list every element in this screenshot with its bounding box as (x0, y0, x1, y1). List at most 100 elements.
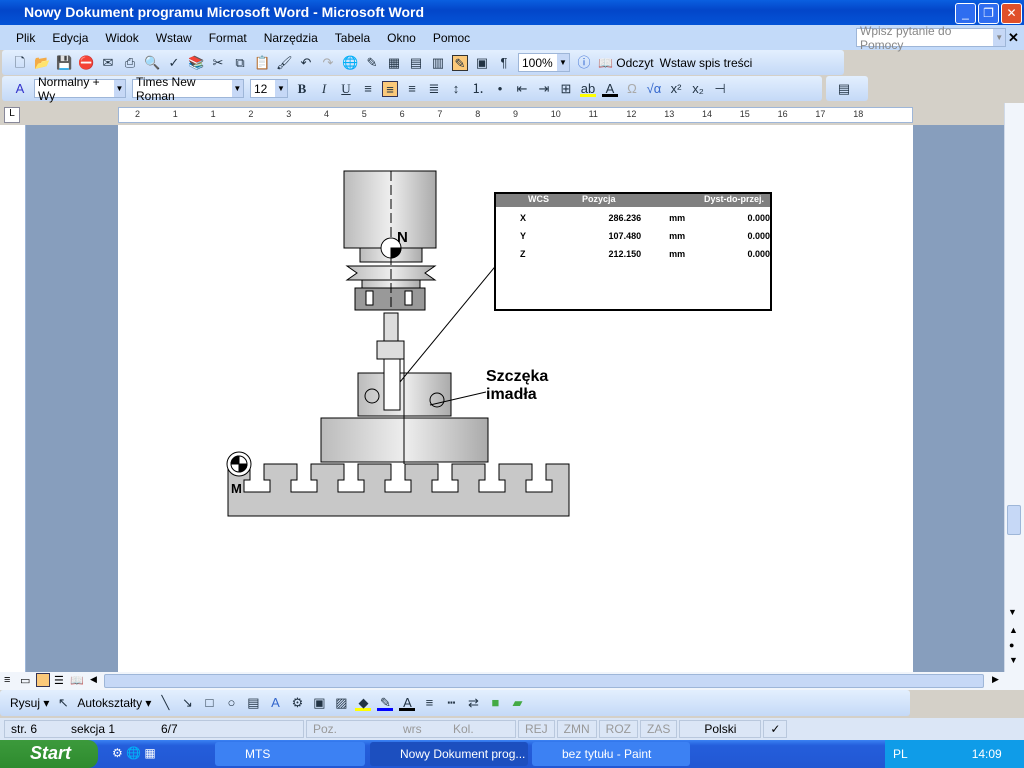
text-box-icon[interactable]: ▤ (245, 695, 261, 711)
previous-page-button[interactable]: ▲ (1009, 625, 1018, 635)
symbol-icon[interactable]: Ω (624, 81, 640, 97)
help-icon[interactable]: ⓘ (576, 55, 592, 71)
undo-icon[interactable]: ↶ (298, 55, 314, 71)
zoom-select[interactable]: 100% ▼ (518, 53, 570, 72)
underline-button[interactable]: U (338, 81, 354, 97)
spelling-status-icon[interactable]: ✓ (763, 720, 788, 738)
rectangle-icon[interactable]: □ (201, 695, 217, 711)
3d-icon[interactable]: ▰ (509, 695, 525, 711)
bullets-icon[interactable]: • (492, 81, 508, 97)
oval-icon[interactable]: ○ (223, 695, 239, 711)
close-button[interactable]: ✕ (1001, 3, 1022, 24)
redo-icon[interactable]: ↷ (320, 55, 336, 71)
fill-color-icon[interactable]: ◆ (355, 695, 372, 711)
align-left-icon[interactable]: ≡ (360, 81, 376, 97)
line-spacing-icon[interactable]: ↕ (448, 81, 464, 97)
ext-indicator[interactable]: ROZ (598, 720, 639, 738)
style-select[interactable]: Normalny + Wy ▼ (34, 75, 126, 103)
taskbar-item-paint[interactable]: bez tytułu - Paint (532, 742, 690, 766)
tab-selector[interactable]: L (4, 107, 20, 123)
decrease-indent-icon[interactable]: ⇤ (514, 81, 530, 97)
styles-icon[interactable]: A (12, 81, 28, 97)
maximize-button[interactable]: ❐ (978, 3, 999, 24)
rec-indicator[interactable]: REJ (518, 720, 555, 738)
dash-style-icon[interactable]: ┅ (443, 695, 459, 711)
draw-menu-button[interactable]: Rysuj ▾ (10, 696, 49, 710)
shadow-icon[interactable]: ■ (487, 695, 503, 711)
font-color-icon[interactable]: A (602, 81, 618, 97)
menu-format[interactable]: Format (209, 31, 247, 45)
highlight-icon[interactable]: ab (580, 81, 596, 97)
document-map-icon[interactable]: ▣ (474, 55, 490, 71)
menu-plik[interactable]: Plik (16, 31, 35, 45)
copy-icon[interactable]: ⧉ (232, 55, 248, 71)
cut-icon[interactable]: ✂ (210, 55, 226, 71)
vertical-scrollbar[interactable]: ▼ ▲ ● ▼ (1004, 103, 1024, 672)
print-icon[interactable]: ⎙ (122, 55, 138, 71)
font-size-select[interactable]: 12 ▼ (250, 79, 288, 98)
start-button[interactable]: Start (0, 740, 98, 768)
horizontal-scrollbar[interactable]: ≡ ▭ ☰ 📖 ◀ ▶ (0, 672, 1024, 690)
insert-toc-button[interactable]: Wstaw spis treści (660, 56, 753, 70)
bold-button[interactable]: B (294, 81, 310, 97)
menu-widok[interactable]: Widok (105, 31, 138, 45)
trk-indicator[interactable]: ZMN (556, 720, 597, 738)
reading-view-button[interactable]: 📖 (70, 674, 84, 687)
line-icon[interactable]: ╲ (157, 695, 173, 711)
align-right-icon[interactable]: ≡ (404, 81, 420, 97)
scroll-thumb[interactable] (1007, 505, 1021, 535)
font-select[interactable]: Times New Roman ▼ (132, 75, 244, 103)
justify-icon[interactable]: ≣ (426, 81, 442, 97)
menu-tabela[interactable]: Tabela (335, 31, 370, 45)
equation-icon[interactable]: √α (646, 81, 662, 97)
arrow-style-icon[interactable]: ⇄ (465, 695, 481, 711)
paste-icon[interactable]: 📋 (254, 55, 270, 71)
clip-art-icon[interactable]: ▣ (311, 695, 327, 711)
insert-excel-icon[interactable]: ▤ (408, 55, 424, 71)
reviewing-icon[interactable]: ▤ (836, 81, 852, 97)
h-scroll-thumb[interactable] (104, 674, 984, 688)
open-icon[interactable]: 📂 (34, 55, 50, 71)
spelling-icon[interactable]: ✓ (166, 55, 182, 71)
menu-narzedzia[interactable]: Narzędzia (264, 31, 318, 45)
print-preview-icon[interactable]: 🔍 (144, 55, 160, 71)
show-formatting-icon[interactable]: ¶ (496, 55, 512, 71)
save-icon[interactable]: 💾 (56, 55, 72, 71)
close-document-icon[interactable]: ✕ (1008, 30, 1019, 46)
increase-indent-icon[interactable]: ⇥ (536, 81, 552, 97)
italic-button[interactable]: I (316, 81, 332, 97)
horizontal-ruler[interactable]: 2 1 1 2 3 4 5 6 7 8 9 10 11 12 13 14 15 16 17 18 (118, 107, 913, 123)
quicklaunch-icons[interactable]: ⚙ 🌐 ▦ (112, 746, 156, 760)
research-icon[interactable]: 📚 (188, 55, 204, 71)
insert-table-icon[interactable]: ▦ (386, 55, 402, 71)
select-objects-icon[interactable]: ↖ (55, 695, 71, 711)
scroll-right-button[interactable]: ▶ (992, 674, 999, 685)
scroll-down-button[interactable]: ▼ (1008, 607, 1017, 617)
menu-okno[interactable]: Okno (387, 31, 416, 45)
ovr-indicator[interactable]: ZAS (640, 720, 678, 738)
menu-pomoc[interactable]: Pomoc (433, 31, 470, 45)
diagram-icon[interactable]: ⚙ (289, 695, 305, 711)
language-indicator-tray[interactable]: PL (893, 747, 908, 761)
taskbar-item-mts[interactable]: MTS (215, 742, 365, 766)
new-icon[interactable]: 🗋 (12, 55, 28, 71)
menu-wstaw[interactable]: Wstaw (156, 31, 192, 45)
normal-view-button[interactable]: ≡ (4, 674, 10, 686)
line-style-icon[interactable]: ≡ (421, 695, 437, 711)
arrow-icon[interactable]: ↘ (179, 695, 195, 711)
drawing-font-color-icon[interactable]: A (399, 695, 416, 711)
tables-borders-icon[interactable]: ✎ (364, 55, 380, 71)
autoshapes-menu-button[interactable]: Autokształty ▾ (77, 696, 151, 710)
wordart-icon[interactable]: A (267, 695, 283, 711)
hyperlink-icon[interactable]: 🌐 (342, 55, 358, 71)
language-indicator[interactable]: Polski (679, 720, 762, 738)
menu-edycja[interactable]: Edycja (52, 31, 88, 45)
scroll-left-button[interactable]: ◀ (90, 674, 97, 685)
border-icon[interactable]: ⊞ (558, 81, 574, 97)
subscript-icon[interactable]: x₂ (690, 81, 706, 97)
superscript-icon[interactable]: x² (668, 81, 684, 97)
numbering-icon[interactable]: ⒈ (470, 81, 486, 97)
taskbar-item-word[interactable]: Nowy Dokument prog... (370, 742, 528, 766)
minimize-button[interactable]: _ (955, 3, 976, 24)
help-search-input[interactable]: Wpisz pytanie do Pomocy ▼ (856, 24, 1006, 52)
